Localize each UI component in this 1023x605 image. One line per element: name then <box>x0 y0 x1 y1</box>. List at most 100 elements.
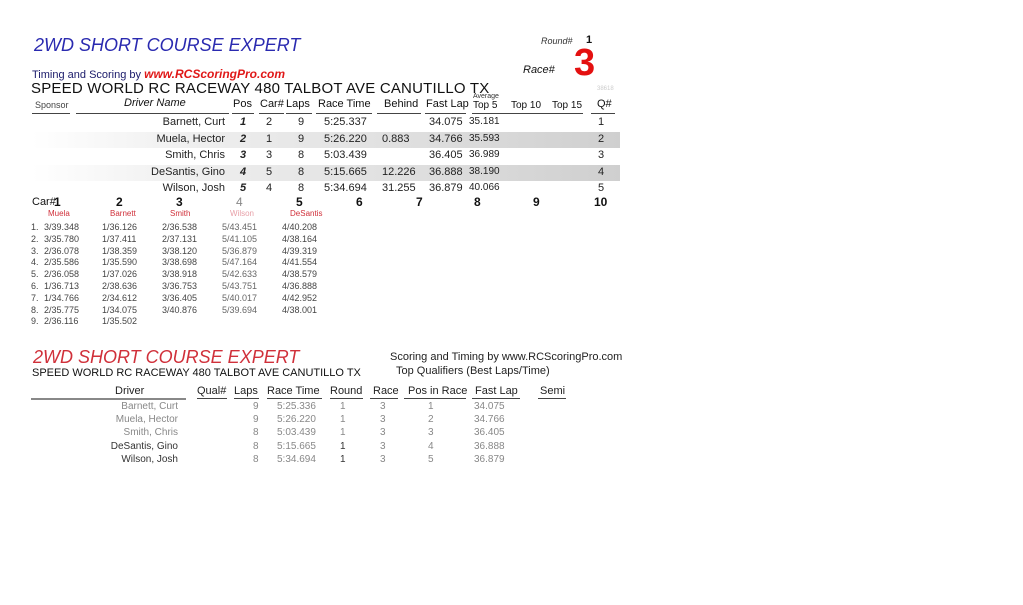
divider <box>472 112 583 114</box>
lap-count: 8 <box>298 149 305 161</box>
driver-name: Barnett, Curt <box>162 116 225 128</box>
driver-name: Muela, Hector <box>156 132 225 145</box>
race-label: Race# <box>523 64 555 76</box>
driver-name: Wilson, Josh <box>162 182 225 194</box>
lap-entry: 3/36.753 <box>162 281 198 291</box>
lap-entry: 3/35.780 <box>44 233 80 244</box>
lap-entry: 2/36.116 <box>44 316 79 327</box>
lap-entry: 2/36.058 <box>44 269 80 280</box>
lap-entry: 4/36.888 <box>282 281 318 291</box>
lap-entry: 5/43.751 <box>222 281 258 291</box>
q-col-laps: Laps <box>234 385 258 397</box>
fast-lap: 36.888 <box>429 165 463 178</box>
divider <box>286 112 312 114</box>
divider <box>234 397 259 399</box>
behind-time: 12.226 <box>382 165 416 178</box>
lap-entry: 3/39.348 <box>44 222 80 232</box>
car-number-header: 4 <box>236 195 243 209</box>
position: 2 <box>240 132 247 145</box>
col-top5: Top 5 <box>473 100 498 111</box>
divider <box>197 397 227 399</box>
q-race-time: 5:03.439 <box>277 427 316 439</box>
qual-number: 4 <box>598 165 605 178</box>
brand-link[interactable]: www.RCScoringPro.com <box>144 67 285 81</box>
lap-index: 1. <box>31 222 39 232</box>
lap-index: 8. <box>31 304 39 315</box>
lap-index: 3. <box>31 245 39 256</box>
lap-entry: 1/37.026 <box>102 269 138 280</box>
car-number-header: 7 <box>416 195 423 209</box>
q-round: 1 <box>340 453 346 465</box>
lap-entry: 5/43.451 <box>222 222 258 232</box>
lap-entry: 5/39.694 <box>222 304 258 315</box>
divider <box>330 397 363 399</box>
table-row[interactable]: Muela, Hector 2 1 9 5:26.220 0.883 34.766 35.59… <box>32 131 620 148</box>
car-driver-name: Smith <box>170 209 191 218</box>
table-row[interactable]: Smith, Chris 3 3 8 5:03.439 36.405 36.989 3 <box>32 148 620 164</box>
divider <box>404 397 466 399</box>
lap-entry: 3/38.120 <box>162 245 198 256</box>
position: 1 <box>240 116 247 128</box>
q-race: 3 <box>380 414 386 426</box>
q-col-round: Round <box>330 385 363 397</box>
divider <box>316 112 372 114</box>
q-fast-lap: 34.766 <box>474 414 505 426</box>
lap-entry: 2/38.636 <box>102 281 138 291</box>
lap-index: 4. <box>31 257 39 268</box>
q-col-fast-lap: Fast Lap <box>475 385 518 397</box>
race-time: 5:03.439 <box>324 149 367 161</box>
q-fast-lap: 34.075 <box>474 401 505 412</box>
q-round: 1 <box>340 401 346 412</box>
q-race: 3 <box>380 453 386 465</box>
q-pos-in-race: 2 <box>428 414 434 426</box>
col-race-time: Race Time <box>318 98 371 110</box>
q-col-race: Race <box>373 385 399 397</box>
divider <box>267 397 322 399</box>
faint-code: 38618 <box>597 86 614 92</box>
lap-entry: 1/37.411 <box>102 233 137 244</box>
divider <box>472 397 520 399</box>
round-label: Round# <box>541 36 573 46</box>
car-number-header: 9 <box>533 195 540 209</box>
lap-entry: 2/34.612 <box>102 292 138 303</box>
car-driver-name: Muela <box>48 209 70 218</box>
car-number: 5 <box>266 165 273 178</box>
q-laps: 9 <box>253 414 259 426</box>
average-top5: 35.593 <box>469 132 500 144</box>
q-pos-in-race: 4 <box>428 440 434 452</box>
average-top5: 35.181 <box>469 116 500 127</box>
q-pos-in-race: 3 <box>428 427 434 439</box>
lap-entry: 5/47.164 <box>222 257 258 268</box>
lap-entry: 5/40.017 <box>222 292 258 303</box>
divider <box>232 112 254 114</box>
car-driver-name: DeSantis <box>290 209 323 218</box>
car-number-header: 1 <box>54 195 61 209</box>
qual-number: 1 <box>598 116 605 128</box>
lap-index: 9. <box>31 316 39 327</box>
lap-entry: 1/35.502 <box>102 316 138 327</box>
lap-entry: 1/34.075 <box>102 304 138 315</box>
lap-count: 8 <box>298 182 305 194</box>
divider <box>31 397 186 400</box>
q-race: 3 <box>380 427 386 439</box>
lap-entry: 4/40.208 <box>282 222 318 232</box>
table-row[interactable]: Barnett, Curt 1 2 9 5:25.337 34.075 35.181 1 <box>32 115 620 131</box>
car-driver-name: Barnett <box>110 209 136 218</box>
q-pos-in-race: 1 <box>428 401 434 412</box>
timing-credit: Timing and Scoring by www.RCScoringPro.c… <box>32 67 285 81</box>
table-row[interactable]: DeSantis, Gino 4 5 8 5:15.665 12.226 36.888 38.… <box>32 164 620 181</box>
lap-entry: 5/41.105 <box>222 233 258 244</box>
class-title: 2WD SHORT COURSE EXPERT <box>34 35 301 55</box>
lap-entry: 4/38.164 <box>282 233 318 244</box>
car-number: 4 <box>266 182 273 194</box>
lap-entry: 1/36.713 <box>44 281 80 291</box>
col-laps: Laps <box>286 98 310 110</box>
lap-count: 8 <box>298 165 305 178</box>
fast-lap: 36.405 <box>429 149 463 161</box>
lap-entry: 4/38.001 <box>282 304 318 315</box>
position: 5 <box>240 182 247 194</box>
q-round: 1 <box>340 440 346 452</box>
col-top15: Top 15 <box>552 100 583 111</box>
q-driver-name: Muela, Hector <box>115 414 178 426</box>
q-col-race-time: Race Time <box>267 385 320 397</box>
